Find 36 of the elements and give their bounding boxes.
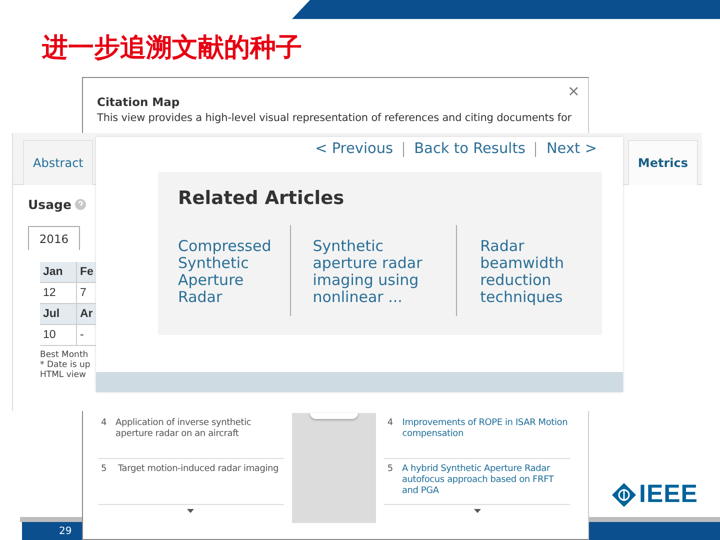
slide-title: 进一步追溯文献的种子: [42, 32, 302, 65]
year-tab[interactable]: 2016: [28, 226, 80, 250]
table-cell: Jan: [40, 262, 76, 282]
table-cell: 10: [40, 324, 76, 346]
tab[interactable]: Metrics: [628, 140, 698, 185]
tab[interactable]: Abstract: [23, 140, 94, 185]
article-link[interactable]: Compressed Synthetic Aperture Radar: [178, 225, 290, 316]
page-number: 29: [59, 526, 72, 536]
dialog-title: Citation Map: [97, 95, 181, 109]
article-link[interactable]: Radar beamwidth reduction techniques: [456, 225, 582, 316]
caret-icon: [187, 509, 194, 513]
table-cell: Jul: [40, 304, 76, 324]
nav-link[interactable]: Next >: [546, 141, 597, 157]
note-text: * Date is up: [40, 360, 92, 370]
nav-link[interactable]: < Previous: [315, 141, 394, 157]
caret-icon: [474, 509, 481, 513]
article-title: Target motion-induced radar imaging: [118, 464, 279, 476]
section-title: Usage: [28, 197, 72, 212]
article-title: Application of inverse synthetic aperture radar on an aircraft: [116, 418, 252, 441]
logo-text: IEEE: [639, 480, 698, 509]
handle[interactable]: [310, 413, 358, 419]
nav-link[interactable]: Back to Results: [414, 141, 526, 157]
article-link[interactable]: Improvements of ROPE in ISAR Motion compensation: [402, 418, 570, 458]
note-text: Best Month: [40, 350, 90, 360]
item-number: 4: [101, 418, 107, 430]
note-text: HTML view: [40, 370, 87, 380]
help-icon: [75, 199, 86, 210]
close-button[interactable]: ×: [567, 82, 580, 100]
item-number: 4: [387, 418, 394, 430]
item-number: 5: [101, 464, 108, 476]
item-number: 5: [387, 464, 393, 476]
article-link[interactable]: Synthetic aperture radar imaging using nonlinear ...: [290, 225, 440, 316]
card-title: Related Articles: [178, 188, 346, 209]
diamond-logo-icon: [612, 482, 636, 506]
description-text: This view provides a high-level visual representation of references and citing documents for: [97, 112, 572, 124]
article-link[interactable]: A hybrid Synthetic Aperture Radar autofocus approach based on FRFT and PGA: [402, 464, 570, 504]
